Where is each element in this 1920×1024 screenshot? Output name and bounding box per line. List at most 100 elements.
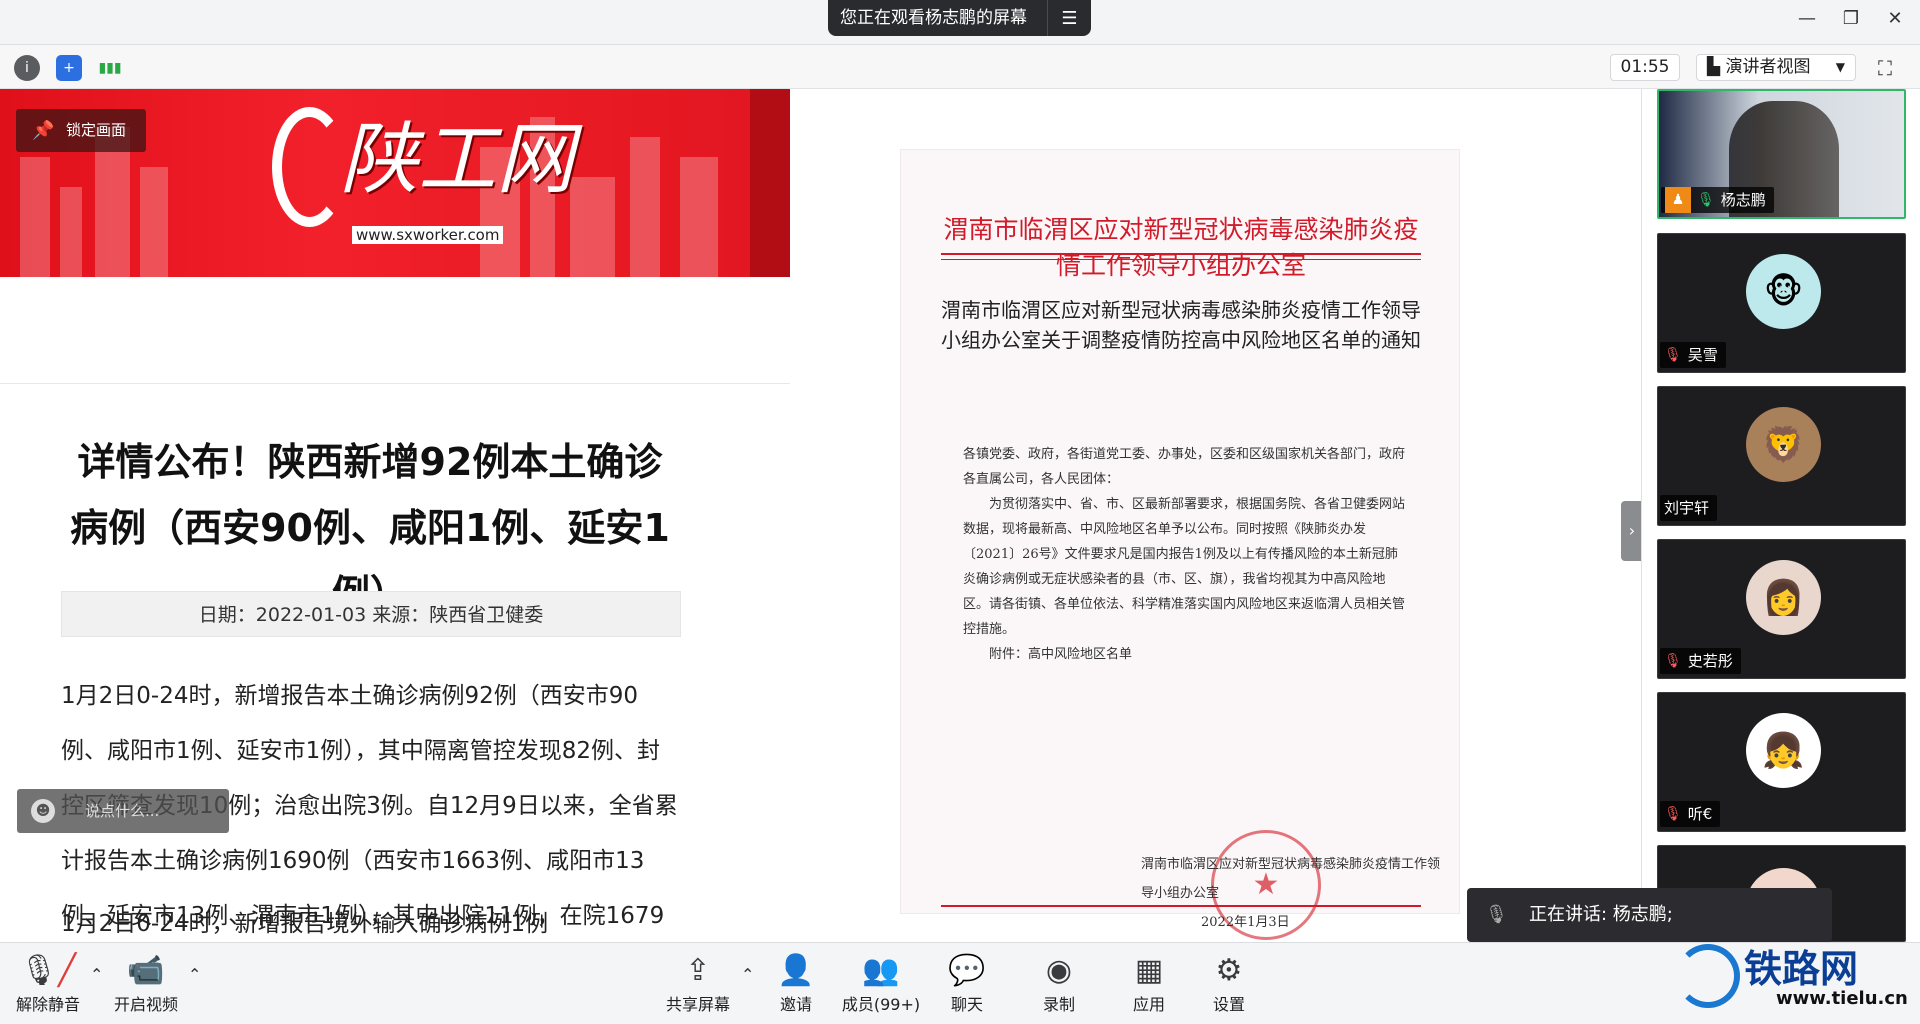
host-icon: ♟ xyxy=(1665,187,1691,213)
viewing-screen-banner[interactable]: 您正在观看杨志鹏的屏幕 ☰ xyxy=(828,0,1091,36)
chat-button[interactable]: 💬 聊天 xyxy=(919,951,1015,1015)
chevron-right-icon: › xyxy=(1628,521,1636,540)
speaking-indicator: 🎙 正在讲话: 杨志鹏; xyxy=(1467,888,1832,942)
participant-nametag: 🎙 史若彤 xyxy=(1660,648,1741,674)
members-label: 成员(99+) xyxy=(841,995,921,1014)
emoji-icon[interactable]: ☻ xyxy=(31,799,55,823)
mic-muted-icon: 🎙 xyxy=(1664,653,1682,669)
participant-name: 吴雪 xyxy=(1687,346,1718,364)
watermark: 铁路网 www.tielu.cn xyxy=(1672,938,1912,1022)
collapse-panel-button[interactable]: › xyxy=(1621,501,1641,561)
members-button[interactable]: 👥 成员(99+) xyxy=(833,951,929,1015)
participant-nametag: ♟ 🎙 杨志鹏 xyxy=(1661,187,1774,213)
shield-icon[interactable]: + xyxy=(56,55,82,81)
participant-name: 杨志鹏 xyxy=(1720,191,1766,209)
participant-panel: ♟ 🎙 杨志鹏 🐵 🎙 吴雪 🦁 刘宇轩 👩 🎙 史若彤 👧 🎙 听€ xyxy=(1641,89,1920,942)
avatar: 👧 xyxy=(1746,713,1821,788)
chat-label: 聊天 xyxy=(950,995,983,1014)
avatar: 👩 xyxy=(1746,560,1821,635)
doc-date: 2022年1月3日 xyxy=(1201,915,1290,930)
fullscreen-icon[interactable]: ⛶ xyxy=(1878,56,1892,80)
chevron-up-icon[interactable]: ⌃ xyxy=(188,965,201,984)
mic-muted-icon: 🎙 xyxy=(1664,347,1682,363)
participant-nametag: 刘宇轩 xyxy=(1660,495,1718,521)
participant-nametag: 🎙 吴雪 xyxy=(1660,342,1726,368)
share-screen-button[interactable]: ⇪ 共享屏幕 xyxy=(650,951,746,1015)
minimize-icon[interactable]: — xyxy=(1792,8,1822,29)
unmute-label: 解除静音 xyxy=(15,995,80,1014)
meeting-timer: 01:55 xyxy=(1610,54,1680,81)
doc-recipients: 各镇党委、政府，各街道党工委、办事处，区委和区级国家机关各部门，政府各直属公司，… xyxy=(963,447,1406,487)
view-mode-dropdown[interactable]: ▙ 演讲者视图 ▼ xyxy=(1696,54,1856,81)
record-label: 录制 xyxy=(1042,995,1075,1014)
participant-name: 刘宇轩 xyxy=(1664,499,1710,517)
start-video-label: 开启视频 xyxy=(113,995,178,1014)
video-off-icon: 📹 xyxy=(127,953,165,988)
doc-sign-org: 渭南市临渭区应对新型冠状病毒感染肺炎疫情工作领导小组办公室 xyxy=(1141,857,1441,901)
mic-muted-icon: 🎙 xyxy=(1485,904,1508,925)
control-bar: 🎙╱ 解除静音 ⌃ 📹 开启视频 ⌃ ⇪ 共享屏幕 ⌃ 👤 邀请 👥 成员(99… xyxy=(0,942,1920,1024)
article-meta: 日期：2022-01-03 来源：陕西省卫健委 xyxy=(61,591,681,637)
participant-tile[interactable]: 👩 🎙 史若彤 xyxy=(1657,539,1906,679)
title-bar: 您正在观看杨志鹏的屏幕 ☰ — ❐ ✕ xyxy=(0,0,1920,45)
doc-attachment: 附件：高中风险地区名单 xyxy=(989,647,1133,662)
chat-placeholder: 说点什么... xyxy=(85,802,160,820)
share-screen-icon: ⇪ xyxy=(685,953,711,988)
mic-icon: 🎙 xyxy=(1697,192,1715,208)
settings-label: 设置 xyxy=(1212,995,1245,1014)
article-more: 1月2日0-24时，新增报告境外输入确诊病例1例 xyxy=(61,911,549,937)
doc-header-rule-thin xyxy=(941,259,1421,260)
info-icon[interactable]: i xyxy=(14,55,40,81)
participant-tile[interactable]: 🐵 🎙 吴雪 xyxy=(1657,233,1906,373)
watermark-url: www.tielu.cn xyxy=(1776,988,1908,1009)
participant-tile[interactable]: 🦁 刘宇轩 xyxy=(1657,386,1906,526)
viewing-screen-text: 您正在观看杨志鹏的屏幕 xyxy=(840,8,1027,28)
doc-paragraph: 为贯彻落实中、省、市、区最新部署要求，根据国务院、各省卫健委网站数据，现将最新高… xyxy=(963,497,1406,637)
chat-input[interactable]: ☻ 说点什么... xyxy=(17,789,229,833)
doc-signature: 渭南市临渭区应对新型冠状病毒感染肺炎疫情工作领导小组办公室 2022年1月3日 xyxy=(1141,850,1441,937)
close-icon[interactable]: ✕ xyxy=(1880,8,1910,29)
settings-button[interactable]: ⚙ 设置 xyxy=(1181,951,1277,1015)
participant-tile[interactable]: ♟ 🎙 杨志鹏 xyxy=(1657,89,1906,219)
share-screen-label: 共享屏幕 xyxy=(665,995,730,1014)
mic-muted-icon: 🎙╱ xyxy=(19,953,77,988)
notice-document: 渭南市临渭区应对新型冠状病毒感染肺炎疫情工作领导小组办公室 渭南市临渭区应对新型… xyxy=(900,149,1460,940)
add-user-icon: 👤 xyxy=(777,953,815,988)
layout-icon: ▙ xyxy=(1707,57,1726,77)
participant-name: 史若彤 xyxy=(1687,652,1733,670)
doc-footer-rule xyxy=(941,905,1421,907)
doc-header-rule xyxy=(941,253,1421,255)
watermark-logo-icon xyxy=(1676,944,1740,1008)
record-button[interactable]: ◉ 录制 xyxy=(1011,951,1107,1015)
avatar: 🦁 xyxy=(1746,407,1821,482)
view-mode-label: 演讲者视图 xyxy=(1725,57,1811,77)
doc-body: 各镇党委、政府，各街道党工委、办事处，区委和区级国家机关各部门，政府各直属公司，… xyxy=(963,442,1408,667)
start-video-button[interactable]: 📹 开启视频 xyxy=(98,951,194,1015)
list-icon[interactable]: ☰ xyxy=(1047,0,1091,36)
unmute-button[interactable]: 🎙╱ 解除静音 xyxy=(0,951,96,1015)
restore-icon[interactable]: ❐ xyxy=(1836,8,1866,29)
site-logo-text: 陕工网 xyxy=(340,115,575,205)
invite-button[interactable]: 👤 邀请 xyxy=(748,951,844,1015)
chat-icon: 💬 xyxy=(948,953,986,988)
invite-label: 邀请 xyxy=(779,995,812,1014)
divider xyxy=(0,383,790,384)
doc-header: 渭南市临渭区应对新型冠状病毒感染肺炎疫情工作领导小组办公室 xyxy=(943,215,1419,280)
site-logo-icon xyxy=(272,107,347,227)
shared-screen: 陕工网 www.sxworker.com 📌 锁定画面 详情公布！陕西新增92例… xyxy=(0,89,1641,942)
chevron-down-icon: ▼ xyxy=(1835,60,1845,74)
pin-icon: 📌 xyxy=(32,120,55,141)
site-url: www.sxworker.com xyxy=(352,226,504,244)
mic-muted-icon: 🎙 xyxy=(1664,806,1682,822)
speaking-text: 正在讲话: 杨志鹏; xyxy=(1529,904,1673,925)
lock-screen-button[interactable]: 📌 锁定画面 xyxy=(16,109,146,152)
gear-icon: ⚙ xyxy=(1215,953,1243,988)
participant-tile[interactable]: 👧 🎙 听€ xyxy=(1657,692,1906,832)
users-icon: 👥 xyxy=(862,953,900,988)
watermark-text: 铁路网 xyxy=(1744,947,1859,991)
participant-name: 听€ xyxy=(1687,805,1713,823)
signal-icon[interactable]: ▮▮▮ xyxy=(97,55,123,81)
participant-nametag: 🎙 听€ xyxy=(1660,801,1721,827)
record-icon: ◉ xyxy=(1045,953,1073,988)
avatar: 🐵 xyxy=(1746,254,1821,329)
